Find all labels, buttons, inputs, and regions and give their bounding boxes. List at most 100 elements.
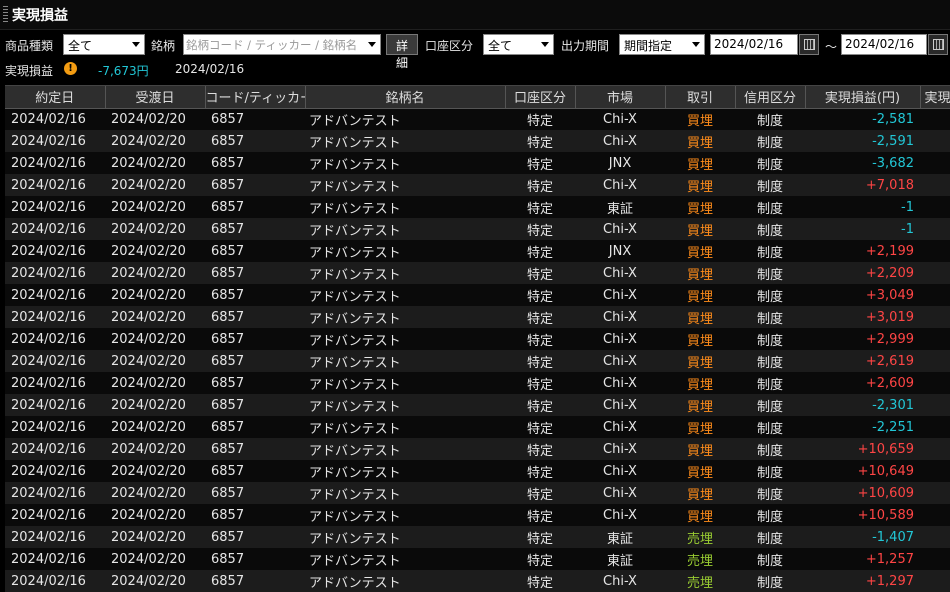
market-cell: JNX: [575, 240, 665, 262]
trade-date-cell: 2024/02/16: [5, 526, 105, 548]
trade-date-cell: 2024/02/16: [5, 130, 105, 152]
overflow-cell: [920, 570, 950, 592]
table-row[interactable]: 2024/02/16 2024/02/20 6857 アドバンテスト 特定 Chi-X 買埋…: [5, 460, 950, 482]
security-name-cell: アドバンテスト: [305, 174, 505, 196]
realized-pnl-cell: +2,999: [805, 328, 920, 350]
symbol-label: 銘柄: [151, 39, 176, 53]
account-type-cell: 特定: [505, 504, 575, 526]
ticker-code-cell: 6857: [205, 218, 305, 240]
ticker-code-cell: 6857: [205, 174, 305, 196]
overflow-cell: [920, 218, 950, 240]
chevron-down-icon[interactable]: [368, 42, 376, 47]
col-header[interactable]: 受渡日: [105, 86, 206, 109]
trade-type-cell: 買埋: [665, 306, 735, 328]
table-row[interactable]: 2024/02/16 2024/02/20 6857 アドバンテスト 特定 Chi-X 買埋…: [5, 262, 950, 284]
calendar-icon[interactable]: [799, 34, 819, 55]
table-row[interactable]: 2024/02/16 2024/02/20 6857 アドバンテスト 特定 Chi-X 買埋…: [5, 350, 950, 372]
realized-pnl-cell: +3,049: [805, 284, 920, 306]
settle-date-cell: 2024/02/20: [105, 504, 205, 526]
market-cell: Chi-X: [575, 416, 665, 438]
table-row[interactable]: 2024/02/16 2024/02/20 6857 アドバンテスト 特定 Chi-X 買埋…: [5, 328, 950, 350]
settle-date-cell: 2024/02/20: [105, 526, 205, 548]
security-name-cell: アドバンテスト: [305, 394, 505, 416]
account-type-cell: 特定: [505, 262, 575, 284]
grip-icon[interactable]: [3, 6, 8, 24]
table-row[interactable]: 2024/02/16 2024/02/20 6857 アドバンテスト 特定 Chi-X 買埋…: [5, 218, 950, 240]
period-value: 期間指定: [624, 39, 673, 53]
chevron-down-icon: [132, 42, 140, 47]
settle-date-cell: 2024/02/20: [105, 460, 205, 482]
realized-pnl-table: 約定日 受渡日 コード/ティッカー 銘柄名 口座区分 市場 取引 信用区分 実現…: [5, 85, 950, 592]
col-header[interactable]: 市場: [575, 86, 666, 109]
ticker-code-cell: 6857: [205, 460, 305, 482]
trade-type-cell: 買埋: [665, 438, 735, 460]
table-row[interactable]: 2024/02/16 2024/02/20 6857 アドバンテスト 特定 Chi-X 買埋…: [5, 284, 950, 306]
security-name-cell: アドバンテスト: [305, 108, 505, 130]
security-name-cell: アドバンテスト: [305, 130, 505, 152]
window-title: 実現損益: [12, 8, 68, 24]
table-row[interactable]: 2024/02/16 2024/02/20 6857 アドバンテスト 特定 Chi-X 買埋…: [5, 130, 950, 152]
table-row[interactable]: 2024/02/16 2024/02/20 6857 アドバンテスト 特定 Chi-X 買埋…: [5, 482, 950, 504]
table-row[interactable]: 2024/02/16 2024/02/20 6857 アドバンテスト 特定 Chi-X 売埋…: [5, 570, 950, 592]
market-cell: Chi-X: [575, 504, 665, 526]
col-header[interactable]: 銘柄名: [305, 86, 506, 109]
detail-button[interactable]: 詳細: [386, 34, 418, 70]
table-row[interactable]: 2024/02/16 2024/02/20 6857 アドバンテスト 特定 JNX 買埋 制度…: [5, 240, 950, 262]
trade-date-cell: 2024/02/16: [5, 306, 105, 328]
col-header[interactable]: 実現: [920, 86, 950, 109]
ticker-code-cell: 6857: [205, 526, 305, 548]
overflow-cell: [920, 152, 950, 174]
overflow-cell: [920, 262, 950, 284]
col-header[interactable]: 取引: [665, 86, 736, 109]
symbol-input[interactable]: [184, 35, 363, 54]
warning-icon[interactable]: !: [64, 62, 77, 75]
market-cell: Chi-X: [575, 394, 665, 416]
trade-type-cell: 買埋: [665, 284, 735, 306]
col-header[interactable]: 信用区分: [735, 86, 806, 109]
account-select[interactable]: 全て: [483, 34, 554, 55]
realized-pnl-cell: -2,251: [805, 416, 920, 438]
account-value: 全て: [488, 39, 513, 53]
table-row[interactable]: 2024/02/16 2024/02/20 6857 アドバンテスト 特定 Chi-X 買埋…: [5, 416, 950, 438]
table-row[interactable]: 2024/02/16 2024/02/20 6857 アドバンテスト 特定 Chi-X 買埋…: [5, 504, 950, 526]
ticker-code-cell: 6857: [205, 130, 305, 152]
security-name-cell: アドバンテスト: [305, 416, 505, 438]
date-to-field[interactable]: 2024/02/16: [841, 34, 927, 55]
realized-pnl-cell: +2,209: [805, 262, 920, 284]
trade-date-cell: 2024/02/16: [5, 482, 105, 504]
trade-date-cell: 2024/02/16: [5, 394, 105, 416]
trade-type-cell: 買埋: [665, 174, 735, 196]
col-header[interactable]: 約定日: [5, 86, 106, 109]
trade-type-cell: 買埋: [665, 482, 735, 504]
table-row[interactable]: 2024/02/16 2024/02/20 6857 アドバンテスト 特定 東証 売埋 制度 -…: [5, 526, 950, 548]
security-name-cell: アドバンテスト: [305, 218, 505, 240]
chevron-down-icon: [541, 42, 549, 47]
calendar-icon[interactable]: [928, 34, 948, 55]
col-header[interactable]: 実現損益(円): [805, 86, 921, 109]
table-row[interactable]: 2024/02/16 2024/02/20 6857 アドバンテスト 特定 Chi-X 買埋…: [5, 108, 950, 130]
margin-type-cell: 制度: [735, 526, 805, 548]
table-row[interactable]: 2024/02/16 2024/02/20 6857 アドバンテスト 特定 Chi-X 買埋…: [5, 394, 950, 416]
product-type-select[interactable]: 全て: [63, 34, 145, 55]
table-row[interactable]: 2024/02/16 2024/02/20 6857 アドバンテスト 特定 JNX 買埋 制度…: [5, 152, 950, 174]
table-row[interactable]: 2024/02/16 2024/02/20 6857 アドバンテスト 特定 Chi-X 買埋…: [5, 372, 950, 394]
symbol-combo[interactable]: [183, 34, 381, 55]
period-select[interactable]: 期間指定: [619, 34, 705, 55]
table-row[interactable]: 2024/02/16 2024/02/20 6857 アドバンテスト 特定 Chi-X 買埋…: [5, 174, 950, 196]
date-from-field[interactable]: 2024/02/16: [710, 34, 798, 55]
settle-date-cell: 2024/02/20: [105, 350, 205, 372]
table-row[interactable]: 2024/02/16 2024/02/20 6857 アドバンテスト 特定 Chi-X 買埋…: [5, 306, 950, 328]
trade-date-cell: 2024/02/16: [5, 438, 105, 460]
market-cell: 東証: [575, 196, 665, 218]
overflow-cell: [920, 174, 950, 196]
table-row[interactable]: 2024/02/16 2024/02/20 6857 アドバンテスト 特定 東証 買埋 制度 -…: [5, 196, 950, 218]
table-row[interactable]: 2024/02/16 2024/02/20 6857 アドバンテスト 特定 Chi-X 買埋…: [5, 438, 950, 460]
realized-pnl-cell: +7,018: [805, 174, 920, 196]
col-header[interactable]: コード/ティッカー: [205, 86, 306, 109]
margin-type-cell: 制度: [735, 372, 805, 394]
overflow-cell: [920, 306, 950, 328]
col-header[interactable]: 口座区分: [505, 86, 576, 109]
settle-date-cell: 2024/02/20: [105, 482, 205, 504]
table-row[interactable]: 2024/02/16 2024/02/20 6857 アドバンテスト 特定 東証 売埋 制度 +…: [5, 548, 950, 570]
account-type-cell: 特定: [505, 240, 575, 262]
